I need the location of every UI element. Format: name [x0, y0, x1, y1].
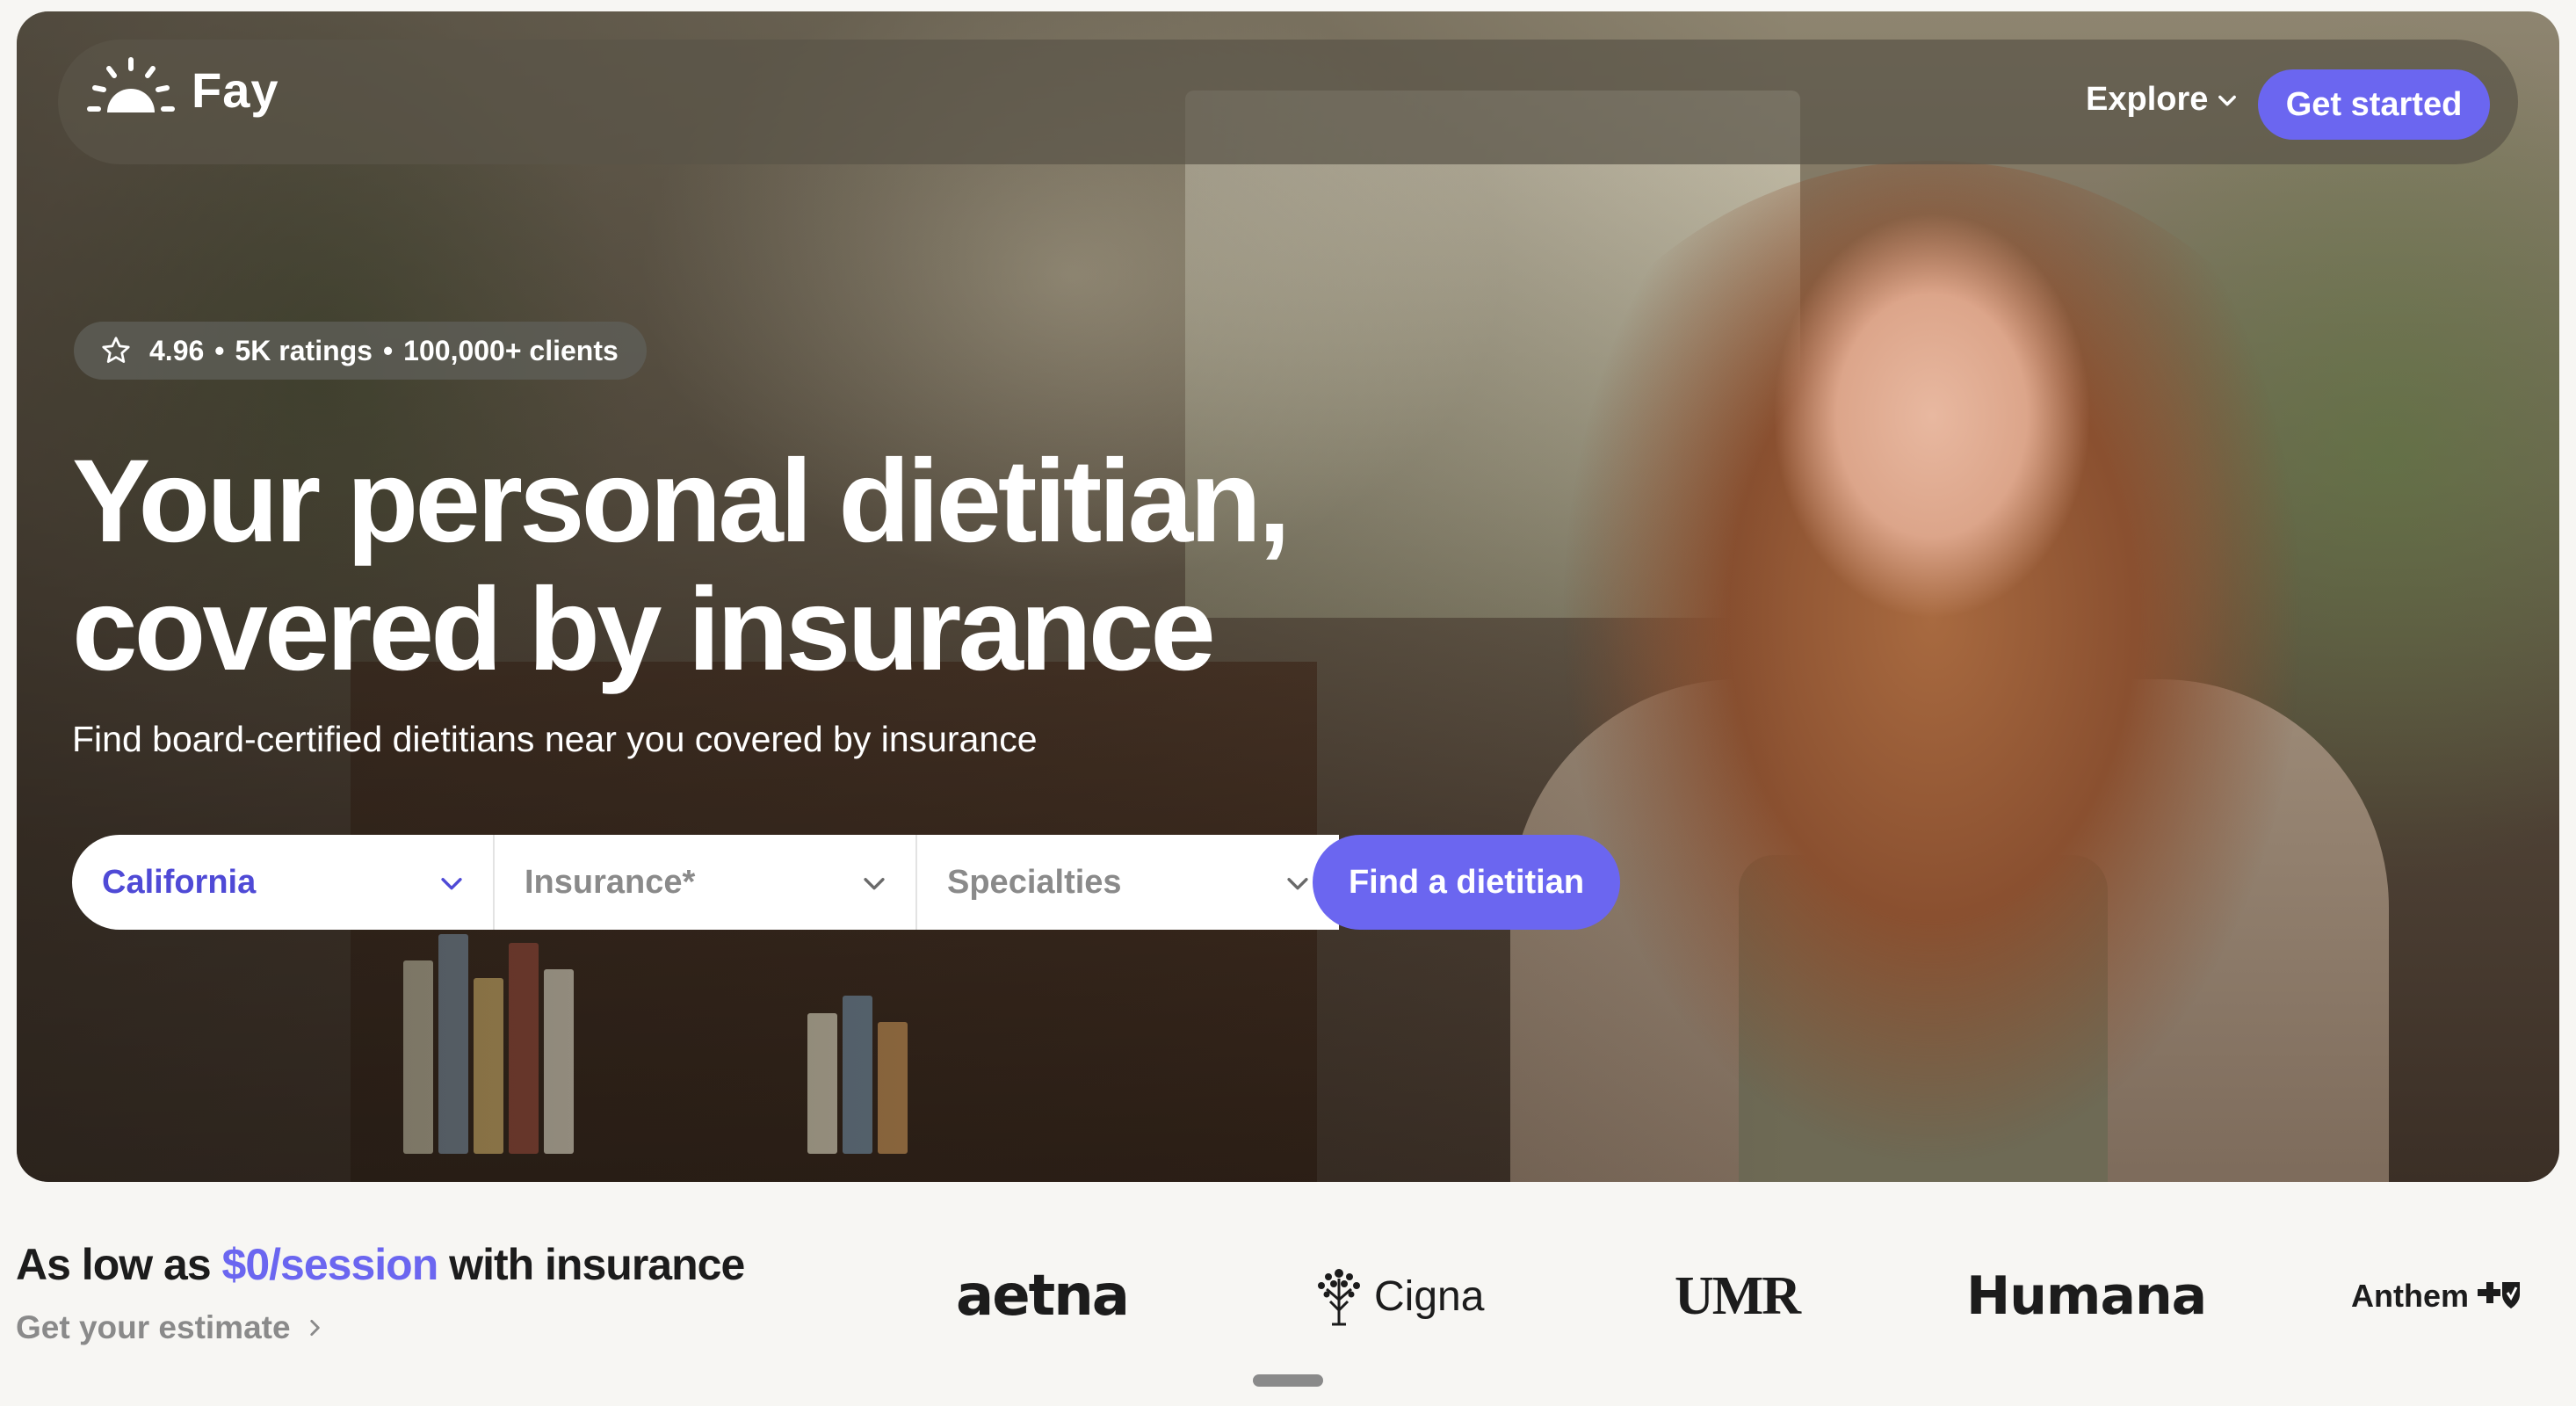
explore-label: Explore — [2086, 81, 2209, 118]
clients-count: 100,000+ clients — [403, 334, 619, 366]
insurance-select-placeholder: Insurance* — [525, 863, 696, 901]
scroll-handle[interactable] — [1253, 1374, 1323, 1387]
state-select-value: California — [102, 863, 257, 901]
insurer-logos: aetna Cigna UMR Humana Anthem — [0, 1257, 2576, 1336]
aetna-logo: aetna — [956, 1264, 1130, 1329]
humana-logo: Humana — [1966, 1265, 2207, 1327]
chevron-down-icon — [441, 878, 462, 890]
find-dietitian-button[interactable]: Find a dietitian — [1313, 835, 1620, 930]
star-icon — [102, 337, 130, 363]
chevron-down-icon — [1287, 878, 1308, 890]
specialties-select-placeholder: Specialties — [947, 863, 1122, 901]
chevron-down-icon — [2218, 95, 2237, 105]
state-select[interactable]: California — [72, 835, 495, 930]
cigna-logo: Cigna — [1311, 1257, 1484, 1336]
anthem-wordmark: Anthem — [2351, 1278, 2469, 1314]
brand-name: Fay — [192, 62, 279, 118]
separator-dot: • — [382, 334, 394, 366]
headline-line-1: Your personal dietitian, — [72, 436, 1291, 567]
specialties-select[interactable]: Specialties — [917, 835, 1339, 930]
chevron-down-icon — [864, 878, 885, 890]
hero-subheadline: Find board-certified dietitians near you… — [72, 719, 1038, 759]
explore-menu[interactable]: Explore — [2086, 81, 2240, 119]
rating-value: 4.96 — [149, 334, 205, 366]
rating-badge: 4.96 • 5K ratings • 100,000+ clients — [74, 322, 647, 380]
separator-dot: • — [214, 334, 225, 366]
get-started-button[interactable]: Get started — [2258, 69, 2490, 140]
ratings-count: 5K ratings — [235, 334, 373, 366]
headline-line-2: covered by insurance — [72, 564, 1216, 695]
hero-headline: Your personal dietitian, covered by insu… — [72, 436, 1291, 695]
anthem-logo: Anthem — [2351, 1257, 2523, 1336]
cigna-wordmark: Cigna — [1374, 1272, 1485, 1320]
insurance-select[interactable]: Insurance* — [495, 835, 917, 930]
umr-logo: UMR — [1675, 1265, 1801, 1326]
tree-icon — [1318, 1269, 1360, 1326]
sun-icon — [87, 57, 175, 112]
brand-logo[interactable]: Fay — [84, 54, 279, 125]
dietitian-search-form: California Insurance* Specialties Find a… — [72, 835, 1646, 930]
cross-shield-icon — [2478, 1282, 2520, 1308]
